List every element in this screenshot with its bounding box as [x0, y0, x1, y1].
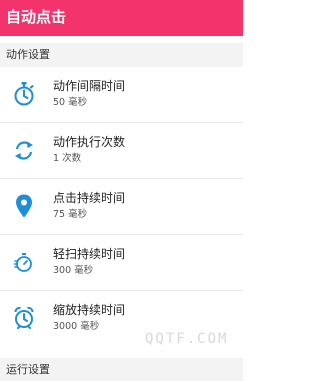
setting-title: 动作间隔时间	[53, 79, 126, 93]
app-title: 自动点击	[6, 8, 67, 26]
repeat-icon	[13, 137, 35, 163]
setting-tap-duration[interactable]: 点击持续时间 75 毫秒	[0, 179, 243, 234]
setting-value: 50 毫秒	[53, 97, 88, 108]
alarm-clock-icon	[13, 305, 35, 331]
timer-icon	[13, 249, 35, 275]
setting-value: 75 毫秒	[53, 209, 88, 220]
app-bar: 自动点击	[0, 0, 243, 36]
setting-swipe-duration[interactable]: 轻扫持续时间 300 毫秒	[0, 235, 243, 290]
section-header-action-settings: 动作设置	[0, 43, 243, 67]
stopwatch-icon	[13, 81, 35, 107]
section-label: 运行设置	[6, 363, 50, 376]
location-pin-icon	[13, 193, 35, 219]
section-label: 动作设置	[6, 48, 50, 61]
setting-value: 3000 毫秒	[53, 321, 100, 332]
setting-title: 缩放持续时间	[53, 303, 126, 317]
setting-title: 点击持续时间	[53, 191, 126, 205]
setting-value: 1 次数	[53, 153, 82, 164]
setting-title: 动作执行次数	[53, 135, 126, 149]
section-header-run-settings: 运行设置	[0, 358, 243, 381]
setting-action-count[interactable]: 动作执行次数 1 次数	[0, 123, 243, 178]
setting-action-interval[interactable]: 动作间隔时间 50 毫秒	[0, 67, 243, 122]
setting-value: 300 毫秒	[53, 265, 94, 276]
setting-title: 轻扫持续时间	[53, 247, 126, 261]
watermark-text: QQTF.COM	[145, 331, 229, 347]
